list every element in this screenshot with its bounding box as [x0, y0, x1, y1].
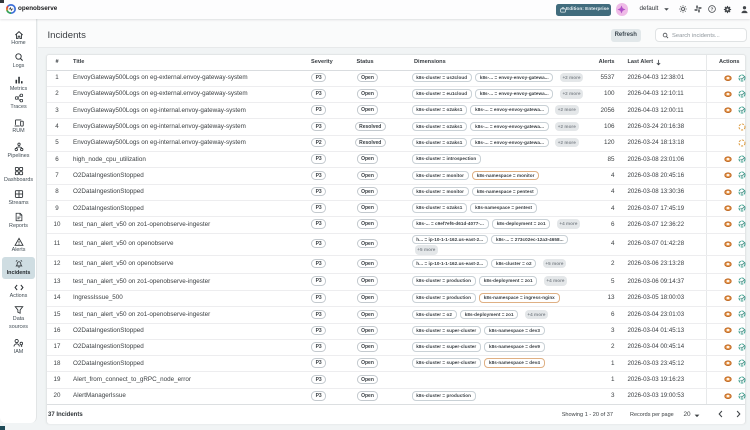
svg-text:?: ?	[711, 7, 714, 13]
